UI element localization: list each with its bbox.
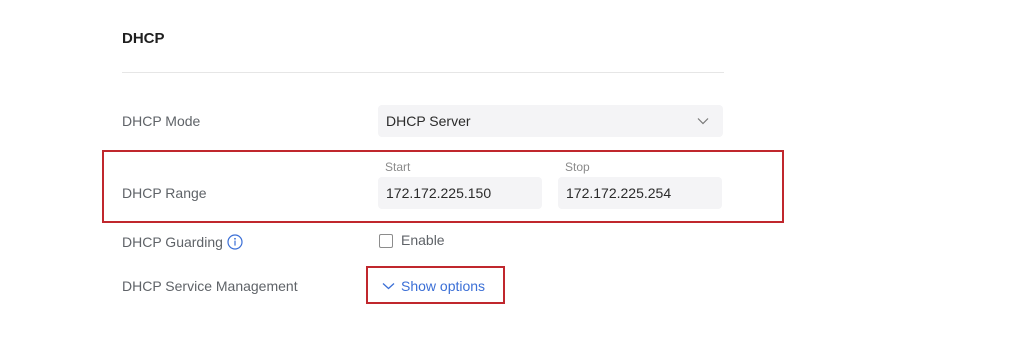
section-title: DHCP [122,30,165,47]
dhcp-range-label: DHCP Range [122,185,207,201]
dhcp-mode-label: DHCP Mode [122,113,201,129]
dhcp-mode-value: DHCP Server [386,113,471,129]
dhcp-mode-select[interactable]: DHCP Server [378,105,723,137]
range-start-label: Start [385,160,411,174]
chevron-down-icon [697,118,709,125]
range-start-input[interactable]: 172.172.225.150 [378,177,542,209]
info-icon[interactable] [227,234,243,250]
range-stop-label: Stop [565,160,590,174]
dhcp-guarding-label: DHCP Guarding [122,234,223,250]
show-options-button[interactable]: Show options [382,278,485,294]
show-options-label: Show options [401,278,486,294]
guarding-enable-label[interactable]: Enable [401,232,445,248]
section-divider [122,72,724,73]
guarding-enable-checkbox[interactable] [379,234,393,248]
service-management-label: DHCP Service Management [122,278,298,294]
range-stop-input[interactable]: 172.172.225.254 [558,177,722,209]
chevron-down-icon [382,283,395,290]
